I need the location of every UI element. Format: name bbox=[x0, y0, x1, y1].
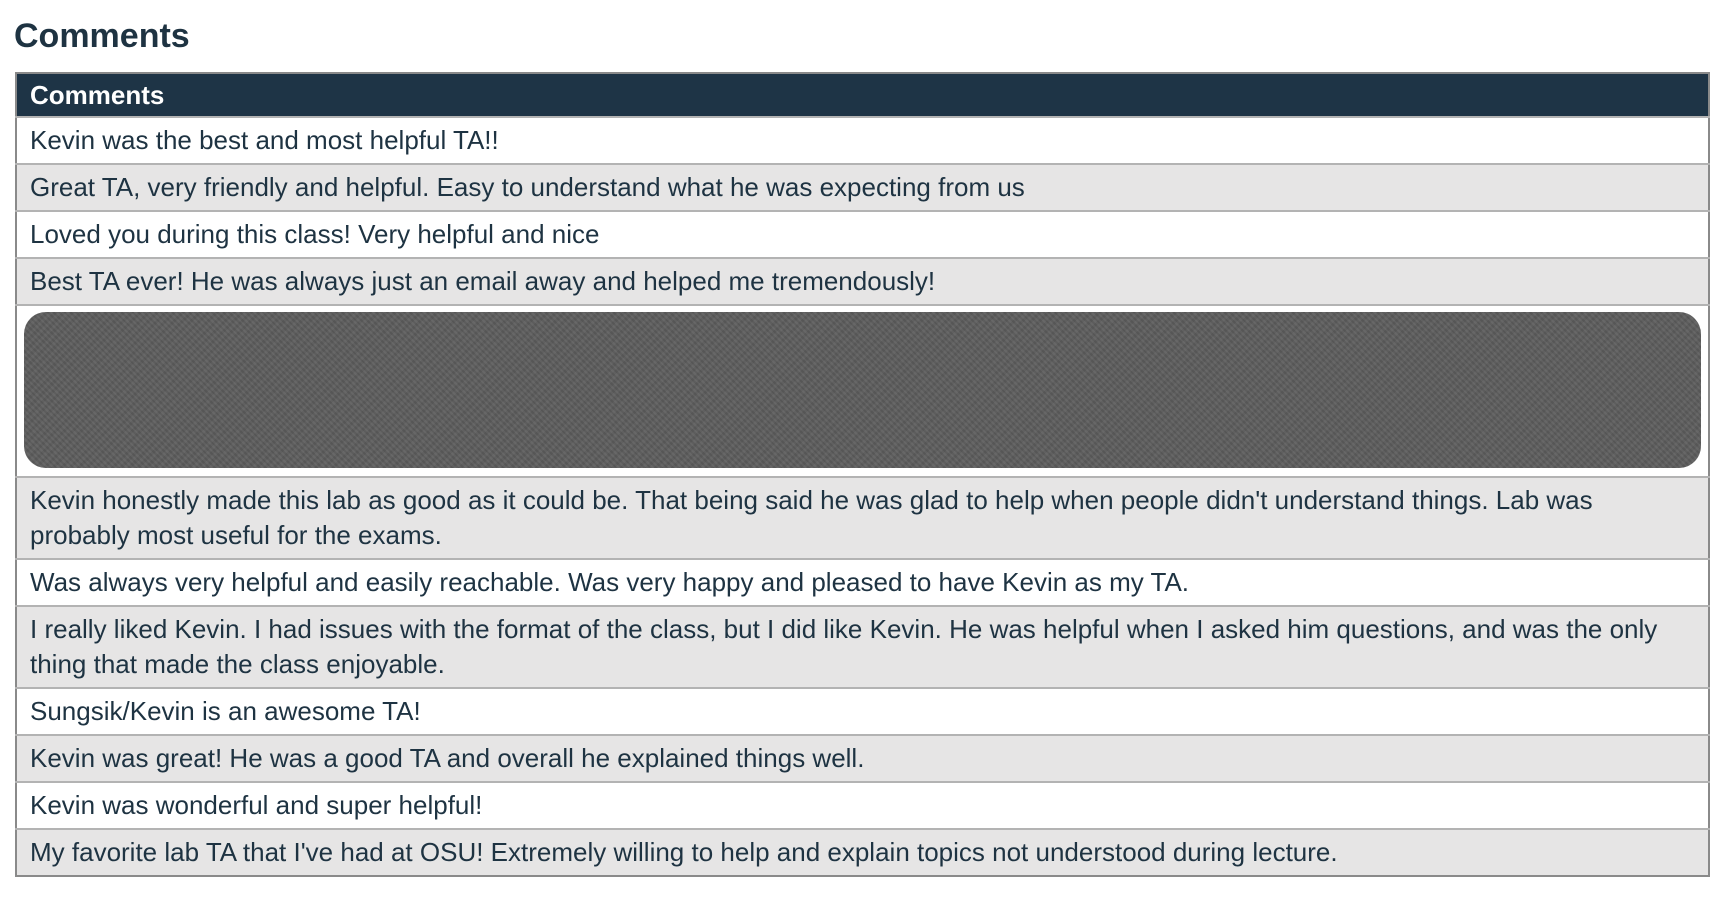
table-row: Sungsik/Kevin is an awesome TA! bbox=[16, 687, 1709, 735]
column-header-comments: Comments bbox=[16, 73, 1709, 117]
comment-cell: Best TA ever! He was always just an emai… bbox=[16, 257, 1709, 305]
comment-cell: Sungsik/Kevin is an awesome TA! bbox=[16, 687, 1709, 735]
comment-cell: Kevin was great! He was a good TA and ov… bbox=[16, 734, 1709, 782]
comment-cell: Was always very helpful and easily reach… bbox=[16, 558, 1709, 606]
table-row: Great TA, very friendly and helpful. Eas… bbox=[16, 163, 1709, 211]
table-row: Loved you during this class! Very helpfu… bbox=[16, 210, 1709, 258]
table-row: My favorite lab TA that I've had at OSU!… bbox=[16, 828, 1709, 876]
comment-cell: Kevin was the best and most helpful TA!! bbox=[16, 116, 1709, 164]
comments-table: Comments Kevin was the best and most hel… bbox=[15, 72, 1710, 877]
table-row: Kevin was wonderful and super helpful! bbox=[16, 781, 1709, 829]
comment-cell: Kevin was wonderful and super helpful! bbox=[16, 781, 1709, 829]
comment-cell: I really liked Kevin. I had issues with … bbox=[16, 605, 1709, 688]
comment-cell: Great TA, very friendly and helpful. Eas… bbox=[16, 163, 1709, 211]
comment-cell: My favorite lab TA that I've had at OSU!… bbox=[16, 828, 1709, 876]
table-row: Best TA ever! He was always just an emai… bbox=[16, 257, 1709, 305]
comment-cell: Kevin honestly made this lab as good as … bbox=[16, 476, 1709, 559]
section-title: Comments bbox=[14, 17, 190, 55]
redacted-cell bbox=[16, 304, 1709, 477]
table-row: Was always very helpful and easily reach… bbox=[16, 558, 1709, 606]
redaction-block bbox=[24, 312, 1701, 468]
table-row: Kevin honestly made this lab as good as … bbox=[16, 476, 1709, 559]
table-row: Kevin was great! He was a good TA and ov… bbox=[16, 734, 1709, 782]
table-row: Kevin was the best and most helpful TA!! bbox=[16, 116, 1709, 164]
table-row: I really liked Kevin. I had issues with … bbox=[16, 605, 1709, 688]
table-header-row: Comments bbox=[16, 73, 1709, 117]
redacted-row bbox=[16, 304, 1709, 477]
comment-cell: Loved you during this class! Very helpfu… bbox=[16, 210, 1709, 258]
